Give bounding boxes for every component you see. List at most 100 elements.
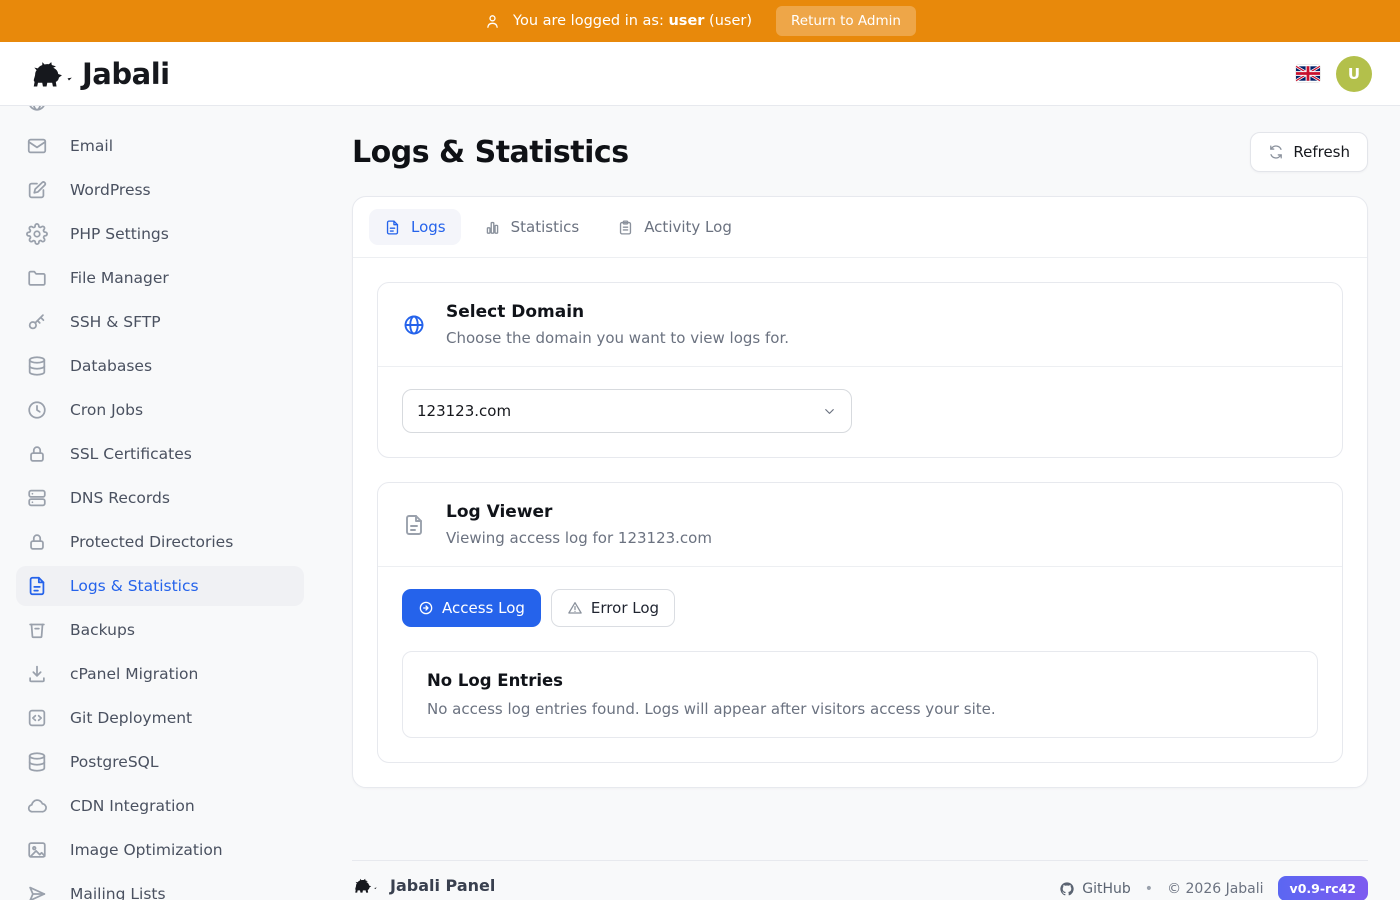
log-viewer-subtitle: Viewing access log for 123123.com xyxy=(446,529,712,547)
file-text-icon xyxy=(384,219,401,236)
log-viewer-title: Log Viewer xyxy=(446,502,712,522)
select-domain-card: Select Domain Choose the domain you want… xyxy=(377,282,1343,458)
file-text-icon xyxy=(402,513,426,537)
sidebar-item-label: SSL Certificates xyxy=(70,445,192,463)
tab-label: Logs xyxy=(411,218,446,236)
return-to-admin-button[interactable]: Return to Admin xyxy=(776,6,916,36)
error-log-button[interactable]: Error Log xyxy=(551,589,675,627)
sidebar-item-label: DNS Records xyxy=(70,489,170,507)
impersonation-role: (user) xyxy=(709,13,752,29)
impersonation-text: You are logged in as: user (user) xyxy=(513,13,752,29)
sidebar-item-label: Email xyxy=(70,137,113,155)
sidebar-item-label: WordPress xyxy=(70,181,151,199)
app-root: You are logged in as: user (user) Return… xyxy=(0,0,1400,900)
sidebar-item-ssl-certificates[interactable]: SSL Certificates xyxy=(16,434,304,474)
gear-icon xyxy=(26,223,48,245)
sidebar-item-databases[interactable]: Databases xyxy=(16,346,304,386)
sidebar-item-label: Protected Directories xyxy=(70,533,233,551)
sidebar-item-label: Databases xyxy=(70,357,152,375)
sidebar-item-label: File Manager xyxy=(70,269,169,287)
sidebar-item-backups[interactable]: Backups xyxy=(16,610,304,650)
select-domain-subtitle: Choose the domain you want to view logs … xyxy=(446,329,789,347)
sidebar-item-label: Backups xyxy=(70,621,135,639)
brand-logo[interactable]: Jabali xyxy=(28,57,170,91)
access-log-button[interactable]: Access Log xyxy=(402,589,541,627)
archive-icon xyxy=(26,619,48,641)
send-icon xyxy=(26,883,48,900)
sidebar-item-label: CDN Integration xyxy=(70,797,195,815)
sidebar-item-cpanel-migration[interactable]: cPanel Migration xyxy=(16,654,304,694)
code-square-icon xyxy=(26,707,48,729)
brand-name: Jabali xyxy=(82,57,170,91)
sidebar-item-mailing-lists[interactable]: Mailing Lists xyxy=(16,874,304,900)
edit-icon xyxy=(26,179,48,201)
sidebar-item-email[interactable]: Email xyxy=(16,126,304,166)
bar-chart-icon xyxy=(484,219,501,236)
language-flag-icon[interactable] xyxy=(1296,65,1320,82)
tab-statistics[interactable]: Statistics xyxy=(469,209,595,245)
sidebar-item-php-settings[interactable]: PHP Settings xyxy=(16,214,304,254)
user-avatar[interactable]: U xyxy=(1336,56,1372,92)
sidebar-item-label: Logs & Statistics xyxy=(70,577,199,595)
footer-brand: Jabali Panel xyxy=(390,876,495,895)
mail-icon xyxy=(26,135,48,157)
sidebar-item-label: Git Deployment xyxy=(70,709,192,727)
sidebar-item-label: Cron Jobs xyxy=(70,401,143,419)
sidebar-item-file-manager[interactable]: File Manager xyxy=(16,258,304,298)
sidebar-item-image-optimization[interactable]: Image Optimization xyxy=(16,830,304,870)
sidebar-item-protected-directories[interactable]: Protected Directories xyxy=(16,522,304,562)
sidebar-item-partial[interactable] xyxy=(16,106,304,122)
server-icon xyxy=(26,487,48,509)
sidebar-item-dns-records[interactable]: DNS Records xyxy=(16,478,304,518)
app-header: Jabali U xyxy=(0,42,1400,106)
sidebar-item-git-deployment[interactable]: Git Deployment xyxy=(16,698,304,738)
domain-select-value: 123123.com xyxy=(417,402,511,420)
empty-log-title: No Log Entries xyxy=(427,671,1293,690)
tab-logs[interactable]: Logs xyxy=(369,209,461,245)
image-icon xyxy=(26,839,48,861)
lock-icon xyxy=(26,531,48,553)
impersonation-banner: You are logged in as: user (user) Return… xyxy=(0,0,1400,42)
sidebar-item-ssh-sftp[interactable]: SSH & SFTP xyxy=(16,302,304,342)
alert-triangle-icon xyxy=(567,600,583,616)
chevron-down-icon xyxy=(822,404,837,419)
app-footer: Jabali Panel GitHub • © 2026 Jabali v0.9… xyxy=(352,860,1368,900)
file-text-icon xyxy=(26,575,48,597)
sidebar-item-logs-statistics[interactable]: Logs & Statistics xyxy=(16,566,304,606)
sidebar-item-cdn-integration[interactable]: CDN Integration xyxy=(16,786,304,826)
tab-bar: Logs Statistics Activity Log xyxy=(353,197,1367,258)
sidebar-item-label: Image Optimization xyxy=(70,841,223,859)
footer-copyright: © 2026 Jabali xyxy=(1167,881,1263,897)
github-link[interactable]: GitHub xyxy=(1059,881,1131,897)
globe-icon xyxy=(402,313,426,337)
page-title: Logs & Statistics xyxy=(352,135,629,170)
refresh-icon xyxy=(1268,144,1284,160)
sidebar-item-label: PHP Settings xyxy=(70,225,169,243)
lock-icon xyxy=(26,443,48,465)
logs-panel-card: Logs Statistics Activity Log Select Domain… xyxy=(352,196,1368,788)
sidebar-item-cron-jobs[interactable]: Cron Jobs xyxy=(16,390,304,430)
empty-log-state: No Log Entries No access log entries fou… xyxy=(402,651,1318,738)
globe-icon xyxy=(26,106,48,113)
refresh-button[interactable]: Refresh xyxy=(1250,132,1368,172)
tab-activity-log[interactable]: Activity Log xyxy=(602,209,747,245)
tab-label: Activity Log xyxy=(644,218,732,236)
domain-select[interactable]: 123123.com xyxy=(402,389,852,433)
sidebar-item-postgresql[interactable]: PostgreSQL xyxy=(16,742,304,782)
boar-logo-icon xyxy=(28,57,74,91)
footer-separator: • xyxy=(1145,881,1153,897)
main-content: Logs & Statistics Refresh Logs Statistics… xyxy=(320,106,1400,900)
sidebar-item-wordpress[interactable]: WordPress xyxy=(16,170,304,210)
log-viewer-card: Log Viewer Viewing access log for 123123… xyxy=(377,482,1343,763)
clock-icon xyxy=(26,399,48,421)
folder-icon xyxy=(26,267,48,289)
arrow-right-circle-icon xyxy=(418,600,434,616)
empty-log-message: No access log entries found. Logs will a… xyxy=(427,700,1293,718)
sidebar-item-label: cPanel Migration xyxy=(70,665,198,683)
sidebar-item-label: Mailing Lists xyxy=(70,885,166,900)
key-icon xyxy=(26,311,48,333)
tab-label: Statistics xyxy=(511,218,580,236)
github-icon xyxy=(1059,881,1075,897)
download-icon xyxy=(26,663,48,685)
select-domain-title: Select Domain xyxy=(446,302,789,322)
